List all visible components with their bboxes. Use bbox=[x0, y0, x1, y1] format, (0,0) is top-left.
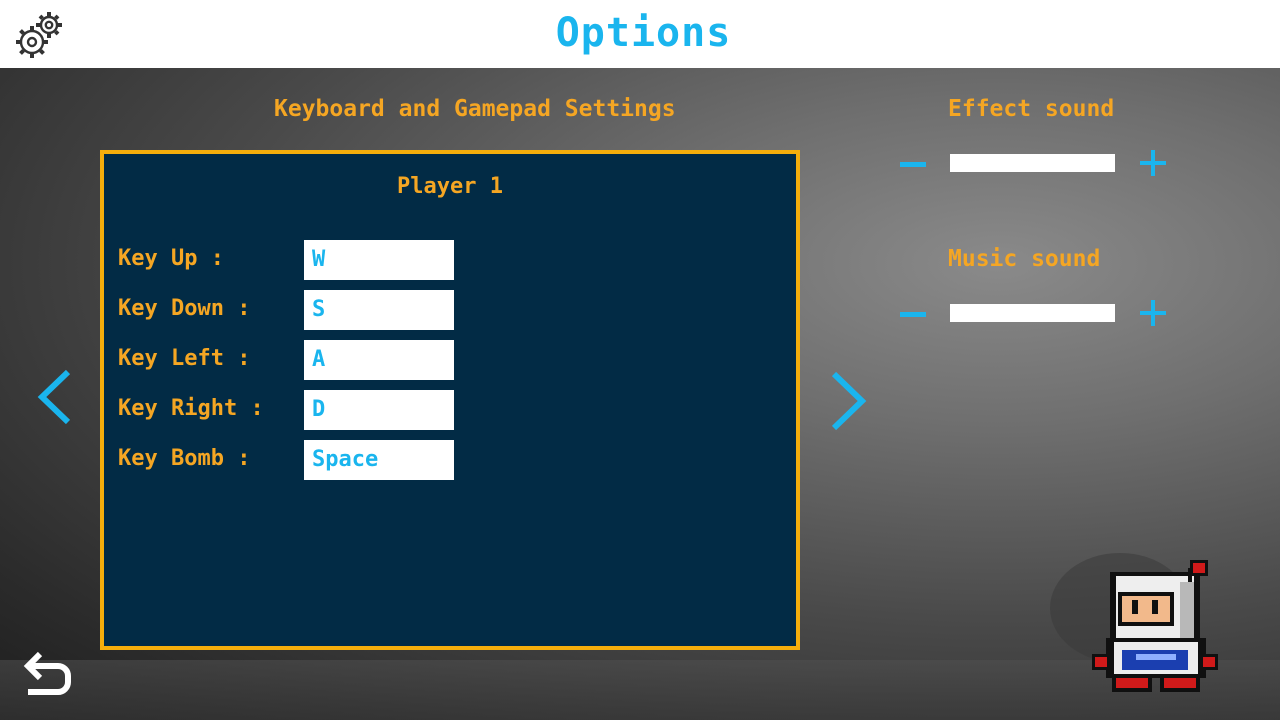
music-volume-plus-icon[interactable] bbox=[1138, 298, 1168, 328]
key-row-up: Key Up : W bbox=[118, 240, 538, 280]
chevron-right-icon[interactable] bbox=[826, 370, 870, 432]
key-row-down: Key Down : S bbox=[118, 290, 538, 330]
key-right-input[interactable]: D bbox=[304, 390, 454, 430]
music-volume-slider[interactable] bbox=[950, 304, 1115, 322]
key-down-input[interactable]: S bbox=[304, 290, 454, 330]
player-label: Player 1 bbox=[397, 174, 503, 199]
key-right-label: Key Right : bbox=[118, 396, 264, 421]
key-left-input[interactable]: A bbox=[304, 340, 454, 380]
page-title: Options bbox=[555, 10, 732, 56]
key-row-right: Key Right : D bbox=[118, 390, 538, 430]
key-bomb-label: Key Bomb : bbox=[118, 446, 251, 471]
music-volume-minus-icon[interactable] bbox=[898, 300, 928, 328]
top-bar: Options bbox=[0, 0, 1280, 68]
effect-volume-slider[interactable] bbox=[950, 154, 1115, 172]
key-down-label: Key Down : bbox=[118, 296, 251, 321]
chevron-left-icon[interactable] bbox=[36, 368, 76, 426]
key-up-label: Key Up : bbox=[118, 246, 224, 271]
return-arrow-icon[interactable] bbox=[18, 650, 74, 700]
key-row-left: Key Left : A bbox=[118, 340, 538, 380]
player-keybinding-panel: Player 1 Key Up : W Key Down : S Key Lef… bbox=[100, 150, 800, 650]
options-screen: Keyboard and Gamepad Settings Effect sou… bbox=[0, 68, 1280, 720]
effect-volume-plus-icon[interactable] bbox=[1138, 148, 1168, 178]
key-up-input[interactable]: W bbox=[304, 240, 454, 280]
music-sound-title: Music sound bbox=[948, 246, 1101, 272]
effect-sound-title: Effect sound bbox=[948, 96, 1115, 122]
keyboard-section-title: Keyboard and Gamepad Settings bbox=[274, 96, 676, 122]
key-row-bomb: Key Bomb : Space bbox=[118, 440, 538, 480]
key-left-label: Key Left : bbox=[118, 346, 251, 371]
effect-volume-minus-icon[interactable] bbox=[898, 150, 928, 178]
key-bomb-input[interactable]: Space bbox=[304, 440, 454, 480]
bomberman-character bbox=[1050, 553, 1218, 692]
